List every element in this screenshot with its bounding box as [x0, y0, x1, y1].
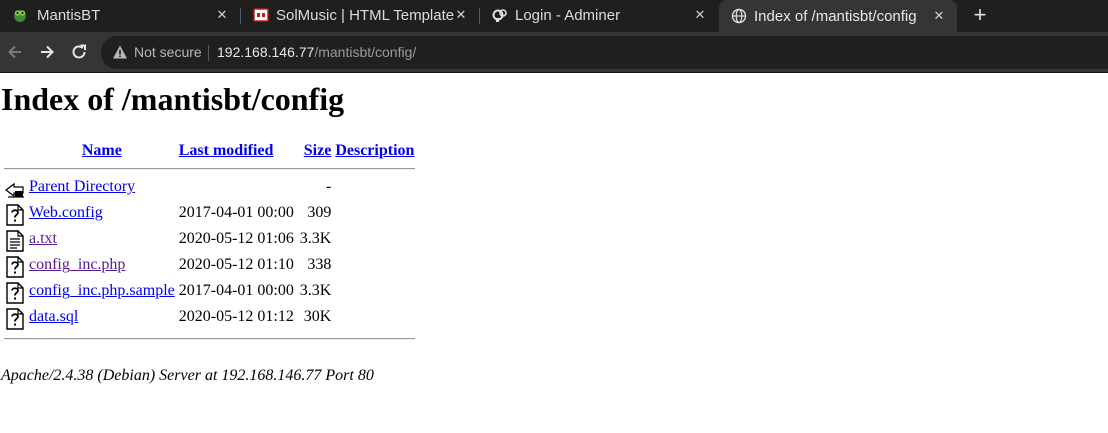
globe-icon	[731, 8, 747, 24]
description-cell	[334, 255, 415, 279]
tab-title: Login - Adminer	[515, 6, 621, 24]
modified-cell	[178, 177, 297, 201]
unknown-file-icon	[6, 282, 24, 304]
table-row: Parent Directory -	[4, 177, 415, 201]
url-host: 192.168.146.77	[217, 44, 315, 60]
modified-cell: 2020-05-12 01:12	[178, 308, 294, 325]
modified-column-header: Last modified	[178, 141, 297, 161]
description-cell	[334, 229, 415, 253]
url-separator	[208, 45, 209, 61]
description-cell	[334, 203, 415, 227]
table-row: a.txt 2020-05-12 01:06 3.3K	[4, 229, 415, 253]
reload-button[interactable]	[69, 42, 89, 62]
flag-icon	[253, 8, 269, 22]
file-link-config-inc-php-sample[interactable]: config_inc.php.sample	[29, 282, 175, 299]
table-row: config_inc.php 2020-05-12 01:10 338	[4, 255, 415, 279]
modified-cell: 2017-04-01 00:00	[178, 204, 294, 221]
reload-icon	[72, 44, 86, 59]
divider	[4, 168, 416, 170]
table-row: config_inc.php.sample 2017-04-01 00:00 3…	[4, 281, 415, 305]
divider	[4, 338, 416, 340]
sort-by-modified-link[interactable]: Last modified	[179, 142, 274, 159]
tab-title: MantisBT	[37, 6, 101, 24]
close-icon[interactable]: ✕	[453, 7, 469, 23]
description-cell	[334, 177, 415, 201]
size-cell: 3.3K	[299, 230, 332, 247]
table-header-row: Name Last modified Size Description	[4, 141, 415, 161]
server-signature: Apache/2.4.38 (Debian) Server at 192.168…	[1, 367, 374, 384]
table-row: data.sql 2020-05-12 01:12 30K	[4, 307, 415, 331]
tab-solmusic[interactable]: SolMusic | HTML Template ✕	[241, 0, 479, 30]
table-row: Web.config 2017-04-01 00:00 309	[4, 203, 415, 227]
modified-cell: 2020-05-12 01:10	[178, 256, 294, 273]
divider-row	[4, 163, 416, 175]
sort-by-description-link[interactable]: Description	[335, 142, 414, 159]
arrow-left-icon	[8, 45, 21, 59]
new-tab-button[interactable]: +	[970, 4, 990, 26]
tab-index-config[interactable]: Index of /mantisbt/config ✕	[719, 0, 957, 32]
divider-row	[4, 333, 416, 345]
icon-column-header	[4, 141, 26, 161]
tab-bar: MantisBT ✕ SolMusic | HTML Template ✕ Lo…	[0, 0, 1108, 32]
close-icon[interactable]: ✕	[214, 7, 230, 23]
sort-by-name-link[interactable]: Name	[82, 142, 122, 159]
file-link-data-sql[interactable]: data.sql	[29, 308, 78, 325]
arrow-right-icon	[41, 45, 54, 59]
sort-by-size-link[interactable]: Size	[304, 142, 332, 159]
security-label[interactable]: Not secure	[134, 44, 202, 60]
close-icon[interactable]: ✕	[931, 8, 947, 24]
warning-icon[interactable]	[112, 44, 128, 60]
browser-toolbar: Not secure 192.168.146.77/mantisbt/confi…	[0, 32, 1108, 73]
tab-title: Index of /mantisbt/config	[754, 7, 917, 25]
tab-adminer[interactable]: Login - Adminer ✕	[480, 0, 718, 30]
file-link-config-inc-php[interactable]: config_inc.php	[29, 256, 125, 273]
adminer-icon	[492, 9, 507, 22]
size-cell: 3.3K	[299, 282, 332, 299]
unknown-file-icon	[6, 256, 24, 278]
size-cell: 30K	[303, 308, 332, 325]
name-column-header: Name	[28, 141, 176, 161]
text-file-icon	[6, 230, 24, 252]
file-link-web-config[interactable]: Web.config	[29, 204, 103, 221]
file-link-a-txt[interactable]: a.txt	[29, 230, 57, 247]
tab-mantisbt[interactable]: MantisBT ✕	[0, 0, 240, 30]
description-cell	[334, 281, 415, 305]
forward-button[interactable]	[37, 42, 57, 62]
modified-cell: 2020-05-12 01:06	[178, 230, 294, 247]
description-cell	[334, 307, 415, 331]
close-icon[interactable]: ✕	[692, 7, 708, 23]
page-title: Index of /mantisbt/config	[1, 81, 345, 117]
size-cell: 338	[307, 256, 332, 273]
unknown-file-icon	[6, 308, 24, 330]
url-path: /mantisbt/config/	[314, 44, 417, 60]
file-listing-table: Name Last modified Size Description Pare…	[2, 139, 417, 347]
mantis-icon	[14, 10, 26, 22]
page-content: Index of /mantisbt/config Name Last modi…	[0, 73, 1108, 433]
modified-cell: 2017-04-01 00:00	[178, 282, 294, 299]
size-column-header: Size	[299, 141, 333, 161]
description-column-header: Description	[334, 141, 415, 161]
size-cell: -	[325, 178, 332, 195]
back-button[interactable]	[5, 42, 25, 62]
url-text[interactable]: 192.168.146.77/mantisbt/config/	[217, 44, 416, 60]
tab-title: SolMusic | HTML Template	[276, 6, 455, 24]
unknown-file-icon	[6, 204, 24, 226]
back-folder-icon	[5, 182, 24, 198]
parent-directory-link[interactable]: Parent Directory	[29, 178, 135, 195]
size-cell: 309	[307, 204, 332, 221]
